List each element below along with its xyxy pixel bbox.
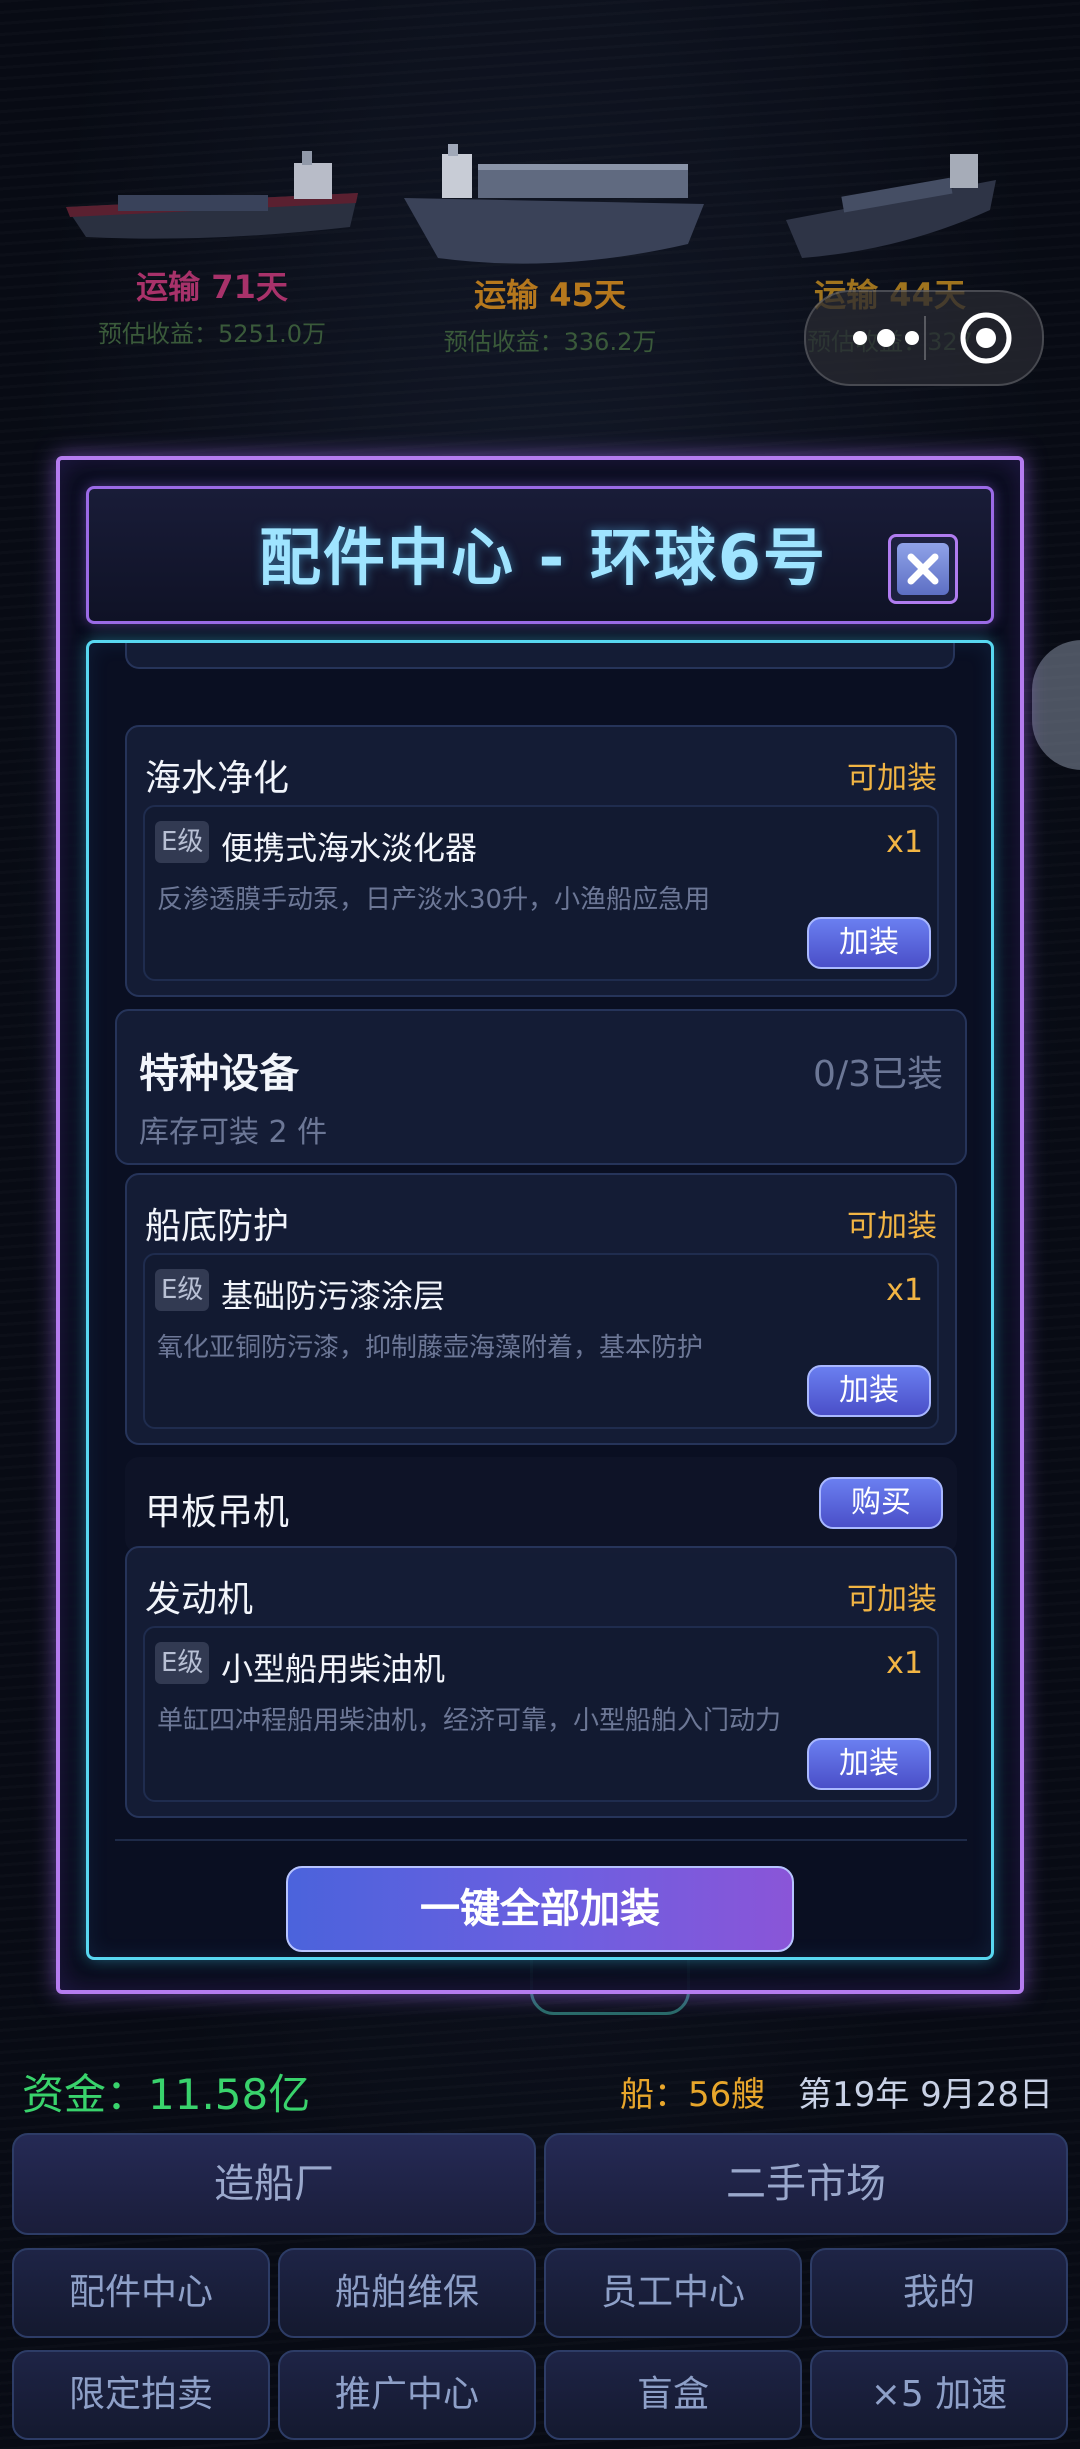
shipyard-button[interactable]: 造船厂 bbox=[12, 2133, 536, 2235]
dialog-title: 配件中心 - 环球6号 bbox=[258, 521, 828, 594]
staff-center-button[interactable]: 员工中心 bbox=[544, 2248, 802, 2338]
stock-available: 库存可装 2 件 bbox=[139, 1115, 328, 1150]
ship-2-income: 预估收益：336.2万 bbox=[443, 328, 657, 356]
buy-button[interactable]: 购买 bbox=[819, 1477, 943, 1529]
footer-divider bbox=[115, 1839, 967, 1841]
ship-2-image bbox=[398, 140, 708, 275]
equip-button[interactable]: 加装 bbox=[807, 1365, 931, 1417]
ship-1-income: 预估收益：5251.0万 bbox=[98, 320, 326, 348]
funds-label: 资金：11.58亿 bbox=[22, 2070, 311, 2119]
ship-2-days: 运输 45天 bbox=[474, 276, 626, 314]
part-quantity: x1 bbox=[886, 825, 923, 860]
ship-1-label: 运输 71天 预估收益：5251.0万 bbox=[62, 262, 362, 349]
part-item: E级 基础防污漆涂层 x1 氧化亚铜防污漆，抑制藤壶海藻附着，基本防护 加装 bbox=[143, 1253, 939, 1429]
part-description: 氧化亚铜防污漆，抑制藤壶海藻附着，基本防护 bbox=[157, 1333, 704, 1363]
profile-button[interactable]: 我的 bbox=[810, 2248, 1068, 2338]
status-bar: 资金：11.58亿 船：56艘 第19年 9月28日 bbox=[0, 2055, 1080, 2125]
slot-title: 特种设备 bbox=[139, 1051, 299, 1097]
equip-all-button[interactable]: 一键全部加装 bbox=[286, 1866, 794, 1952]
slot-title: 发动机 bbox=[145, 1579, 254, 1620]
limited-auction-button[interactable]: 限定拍卖 bbox=[12, 2350, 270, 2440]
promotion-center-button[interactable]: 推广中心 bbox=[278, 2350, 536, 2440]
seawater-purification-card: 海水净化 可加装 E级 便携式海水淡化器 x1 反渗透膜手动泵，日产淡水30升，… bbox=[125, 725, 957, 997]
part-name: 小型船用柴油机 bbox=[221, 1650, 446, 1688]
blind-box-button[interactable]: 盲盒 bbox=[544, 2350, 802, 2440]
equip-button[interactable]: 加装 bbox=[807, 917, 931, 969]
more-dots-icon[interactable] bbox=[836, 316, 946, 360]
second-hand-market-button[interactable]: 二手市场 bbox=[544, 2133, 1068, 2235]
equip-button[interactable]: 加装 bbox=[807, 1738, 931, 1790]
slot-title: 船底防护 bbox=[145, 1206, 290, 1247]
part-item: E级 便携式海水淡化器 x1 反渗透膜手动泵，日产淡水30升，小渔船应急用 加装 bbox=[143, 805, 939, 981]
grade-badge: E级 bbox=[155, 821, 210, 863]
part-name: 基础防污漆涂层 bbox=[221, 1277, 446, 1315]
slot-title: 海水净化 bbox=[145, 758, 290, 799]
deck-crane-card: 甲板吊机 购买 bbox=[125, 1457, 957, 1553]
part-item: E级 小型船用柴油机 x1 单缸四冲程船用柴油机，经济可靠，小型船舶入门动力 加… bbox=[143, 1626, 939, 1802]
grade-badge: E级 bbox=[155, 1642, 210, 1684]
special-equipment-card: 特种设备 0/3已装 库存可装 2 件 bbox=[115, 1009, 967, 1165]
part-quantity: x1 bbox=[886, 1273, 923, 1308]
part-description: 反渗透膜手动泵，日产淡水30升，小渔船应急用 bbox=[157, 885, 711, 915]
hull-protection-card: 船底防护 可加装 E级 基础防污漆涂层 x1 氧化亚铜防污漆，抑制藤壶海藻附着，… bbox=[125, 1173, 957, 1445]
speed-up-button[interactable]: ×5 加速 bbox=[810, 2350, 1068, 2440]
close-button[interactable] bbox=[888, 534, 958, 604]
parts-center-button[interactable]: 配件中心 bbox=[12, 2248, 270, 2338]
slot-status: 可加装 bbox=[847, 761, 937, 796]
parts-list-panel: 海水净化 可加装 E级 便携式海水淡化器 x1 反渗透膜手动泵，日产淡水30升，… bbox=[86, 640, 994, 1960]
game-date-label: 第19年 9月28日 bbox=[798, 2075, 1053, 2115]
ship-1-days: 运输 71天 bbox=[136, 268, 288, 306]
dialog-title-bar: 配件中心 - 环球6号 bbox=[86, 486, 994, 624]
grade-badge: E级 bbox=[155, 1269, 210, 1311]
engine-card: 发动机 可加装 E级 小型船用柴油机 x1 单缸四冲程船用柴油机，经济可靠，小型… bbox=[125, 1546, 957, 1818]
ship-3-image bbox=[782, 140, 1002, 260]
slot-status: 可加装 bbox=[847, 1209, 937, 1244]
ship-1-image bbox=[58, 145, 368, 255]
installed-count: 0/3已装 bbox=[813, 1054, 943, 1095]
capsule-divider bbox=[924, 316, 926, 360]
part-name: 便携式海水淡化器 bbox=[221, 829, 478, 867]
miniprogram-capsule bbox=[804, 290, 1044, 386]
target-icon[interactable] bbox=[958, 310, 1014, 366]
ship-2-label: 运输 45天 预估收益：336.2万 bbox=[400, 270, 700, 357]
scrolled-card-edge bbox=[125, 643, 955, 669]
slot-title: 甲板吊机 bbox=[145, 1492, 290, 1533]
close-icon bbox=[897, 543, 949, 595]
part-description: 单缸四冲程船用柴油机，经济可靠，小型船舶入门动力 bbox=[157, 1706, 782, 1736]
part-quantity: x1 bbox=[886, 1646, 923, 1681]
ship-maintenance-button[interactable]: 船舶维保 bbox=[278, 2248, 536, 2338]
ship-count-label: 船：56艘 bbox=[620, 2075, 766, 2115]
slot-status: 可加装 bbox=[847, 1582, 937, 1617]
